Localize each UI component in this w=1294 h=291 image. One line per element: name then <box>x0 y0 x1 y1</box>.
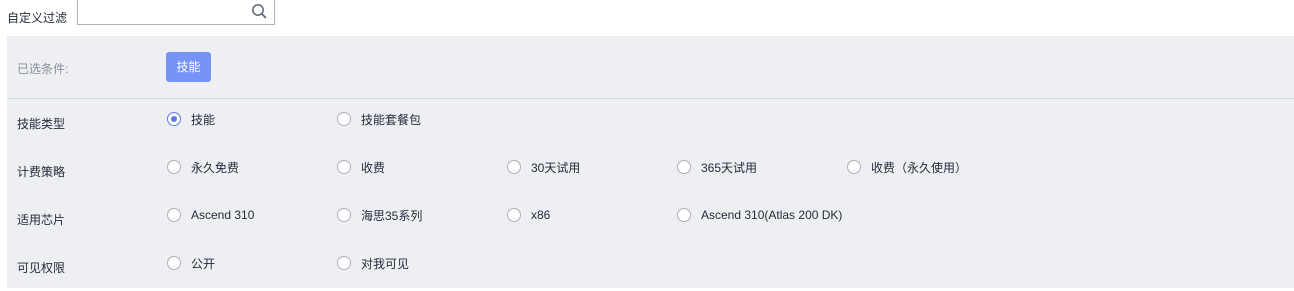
radio-button[interactable] <box>167 256 181 270</box>
selected-conditions-row: 已选条件: 技能 <box>7 36 1294 99</box>
filter-label-billing: 计费策略 <box>17 165 66 179</box>
radio-option-label: Ascend 310 <box>191 208 255 222</box>
radio-button[interactable] <box>167 112 181 126</box>
filter-label-visibility: 可见权限 <box>17 261 66 275</box>
search-box[interactable] <box>77 0 275 25</box>
radio-button[interactable] <box>337 112 351 126</box>
radio-option-visible-to-me[interactable]: 对我可见 <box>337 254 409 272</box>
radio-option-label: 收费（永久使用） <box>871 160 968 175</box>
radio-option-public[interactable]: 公开 <box>167 254 215 272</box>
radio-option-label: 收费 <box>361 160 386 175</box>
radio-button[interactable] <box>337 160 351 174</box>
radio-option-paid[interactable]: 收费 <box>337 158 385 176</box>
radio-button[interactable] <box>167 160 181 174</box>
radio-option-free-forever[interactable]: 永久免费 <box>167 158 239 176</box>
filter-row-chip: 适用芯片 Ascend 310 海思35系列 x86 Ascend 310(At… <box>7 195 1294 243</box>
radio-button[interactable] <box>167 208 181 222</box>
radio-button[interactable] <box>337 208 351 222</box>
filter-row-visibility: 可见权限 公开 对我可见 <box>7 243 1294 291</box>
radio-option-label: x86 <box>531 208 551 222</box>
radio-button[interactable] <box>507 208 521 222</box>
radio-button[interactable] <box>337 256 351 270</box>
radio-option-label: Ascend 310(Atlas 200 DK) <box>701 208 843 222</box>
radio-option-label: 海思35系列 <box>361 208 423 223</box>
radio-option-label: 30天试用 <box>531 160 581 175</box>
radio-option-ascend-310[interactable]: Ascend 310 <box>167 206 254 224</box>
radio-option-label: 365天试用 <box>701 160 758 175</box>
radio-button[interactable] <box>847 160 861 174</box>
radio-option-atlas-200-dk[interactable]: Ascend 310(Atlas 200 DK) <box>677 206 842 224</box>
radio-button[interactable] <box>507 160 521 174</box>
radio-option-skill-package[interactable]: 技能套餐包 <box>337 110 421 128</box>
radio-option-30-day-trial[interactable]: 30天试用 <box>507 158 580 176</box>
radio-option-label: 技能 <box>191 112 216 127</box>
search-input[interactable] <box>78 0 255 23</box>
filter-row-skill-type: 技能类型 技能 技能套餐包 <box>7 99 1294 147</box>
custom-filter-row: 自定义过滤 <box>0 0 600 30</box>
radio-option-x86[interactable]: x86 <box>507 206 550 224</box>
selected-chip-skill[interactable]: 技能 <box>166 52 211 82</box>
radio-option-label: 永久免费 <box>191 160 240 175</box>
radio-option-label: 公开 <box>191 256 216 271</box>
filter-row-billing: 计费策略 永久免费 收费 30天试用 365天试用 收费（永久使用） <box>7 147 1294 195</box>
radio-option-hisilicon-35[interactable]: 海思35系列 <box>337 206 422 224</box>
radio-option-paid-permanent[interactable]: 收费（永久使用） <box>847 158 967 176</box>
filter-label-skill-type: 技能类型 <box>17 117 66 131</box>
radio-option-365-day-trial[interactable]: 365天试用 <box>677 158 757 176</box>
radio-button[interactable] <box>677 160 691 174</box>
custom-filter-label: 自定义过滤 <box>7 11 68 25</box>
filter-label-chip: 适用芯片 <box>17 213 66 227</box>
radio-option-label: 对我可见 <box>361 256 410 271</box>
radio-option-label: 技能套餐包 <box>361 112 422 127</box>
search-icon[interactable] <box>251 3 267 19</box>
selected-conditions-label: 已选条件: <box>17 62 69 76</box>
filter-panel: 已选条件: 技能 技能类型 技能 技能套餐包 计费策略 永久免费 收费 30天试… <box>7 36 1294 288</box>
radio-button[interactable] <box>677 208 691 222</box>
radio-option-skill[interactable]: 技能 <box>167 110 215 128</box>
